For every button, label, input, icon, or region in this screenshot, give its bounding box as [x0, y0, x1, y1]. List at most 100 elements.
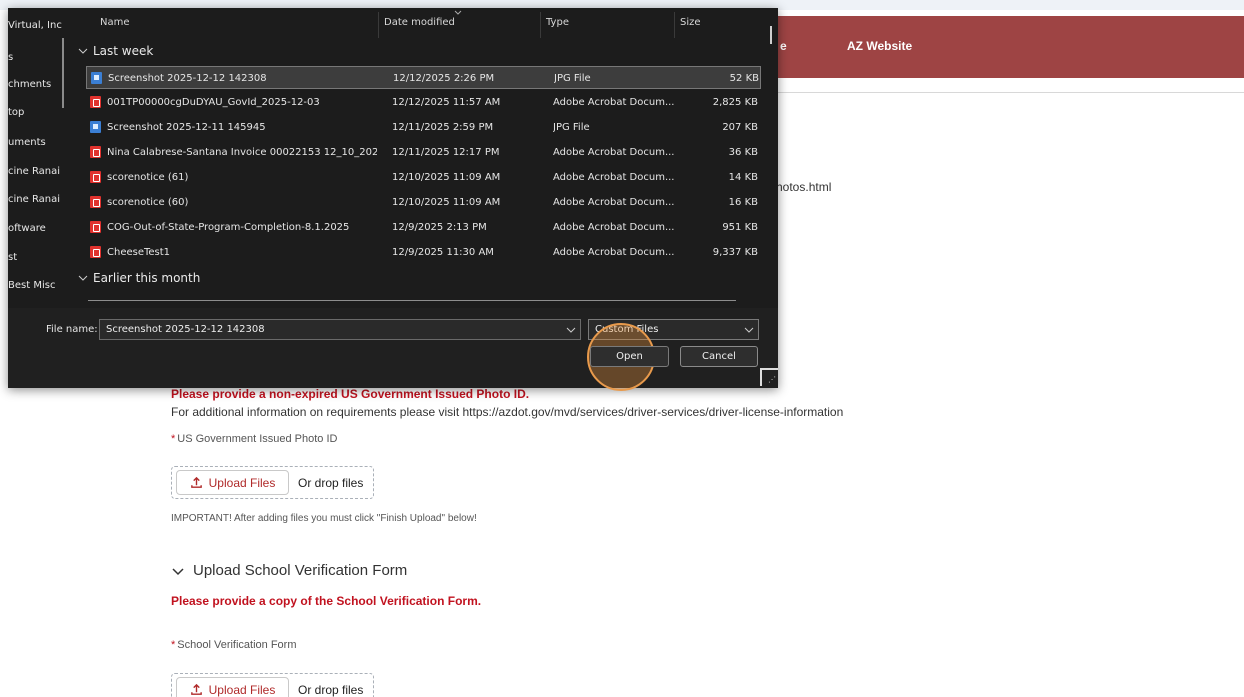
photo-id-info: For additional information on requiremen…: [171, 405, 844, 419]
photo-id-field-label-text: US Government Issued Photo ID: [177, 433, 338, 445]
column-header-size[interactable]: Size: [680, 17, 701, 28]
upload-button-label: Upload Files: [208, 682, 276, 697]
nav-pane-scrollbar[interactable]: [62, 38, 64, 108]
file-name-input[interactable]: Screenshot 2025-12-12 142308: [99, 319, 581, 340]
file-type-cell: Adobe Acrobat Docum...: [553, 97, 675, 108]
file-name-cell: Nina Calabrese-Santana Invoice 00022153 …: [107, 147, 377, 158]
file-date-cell: 12/10/2025 11:09 AM: [392, 172, 501, 183]
file-name-cell: scorenotice (61): [107, 172, 189, 183]
column-header-type[interactable]: Type: [546, 17, 569, 28]
nav-pane-item[interactable]: Best Misc: [8, 280, 55, 291]
sort-caret-icon: [454, 10, 462, 15]
file-size-cell: 207 KB: [722, 122, 758, 133]
file-row[interactable]: Screenshot 2025-12-12 142308 12/12/2025 2…: [86, 66, 761, 89]
horizontal-scrollbar[interactable]: [88, 300, 736, 301]
photo-id-warning: Please provide a non-expired US Governme…: [171, 387, 530, 401]
nav-pane-item[interactable]: cine Ranai: [8, 166, 60, 177]
chevron-down-icon[interactable]: [566, 325, 576, 335]
file-type-cell: Adobe Acrobat Docum...: [553, 147, 675, 158]
required-marker: *: [171, 639, 176, 651]
photo-id-upload-dropzone[interactable]: Upload Files Or drop files: [171, 466, 374, 499]
file-type-cell: Adobe Acrobat Docum...: [553, 247, 675, 258]
file-name-cell: 001TP00000cgDuDYAU_GovId_2025-12-03: [107, 97, 320, 108]
group-header-last-week[interactable]: Last week: [78, 44, 153, 58]
file-size-cell: 14 KB: [728, 172, 758, 183]
file-type-cell: Adobe Acrobat Docum...: [553, 172, 675, 183]
jpg-file-icon: [90, 121, 101, 133]
drop-files-text: Or drop files: [298, 476, 364, 490]
file-row[interactable]: 001TP00000cgDuDYAU_GovId_2025-12-03 12/12…: [86, 91, 761, 114]
chevron-down-icon: [78, 48, 88, 54]
nav-pane-item[interactable]: chments: [8, 79, 51, 90]
pdf-file-icon: [90, 246, 101, 258]
file-row[interactable]: scorenotice (61) 12/10/2025 11:09 AM Adobe…: [86, 166, 761, 189]
file-name-cell: scorenotice (60): [107, 197, 189, 208]
nav-pane-item[interactable]: cine Ranai: [8, 194, 60, 205]
nav-pane-item[interactable]: uments: [8, 137, 46, 148]
file-date-cell: 12/9/2025 2:13 PM: [392, 222, 487, 233]
file-size-cell: 9,337 KB: [712, 247, 758, 258]
pdf-file-icon: [90, 146, 101, 158]
file-name-cell: CheeseTest1: [107, 247, 171, 258]
open-button[interactable]: Open: [590, 346, 669, 367]
file-date-cell: 12/9/2025 11:30 AM: [392, 247, 494, 258]
file-date-cell: 12/12/2025 2:26 PM: [393, 73, 495, 84]
group-label: Last week: [93, 44, 154, 58]
important-note: IMPORTANT! After adding files you must c…: [171, 513, 477, 524]
nav-pane-item[interactable]: Virtual, Inc: [8, 20, 62, 31]
chevron-down-icon: [78, 275, 88, 281]
chevron-down-icon: [172, 567, 184, 575]
required-marker: *: [171, 433, 176, 445]
file-row[interactable]: Nina Calabrese-Santana Invoice 00022153 …: [86, 141, 761, 164]
chevron-down-icon: [744, 327, 754, 333]
file-size-cell: 36 KB: [728, 147, 758, 158]
school-verification-heading: Upload School Verification Form: [193, 562, 408, 579]
column-header-name[interactable]: Name: [100, 17, 130, 28]
file-name-cell: Screenshot 2025-12-11 145945: [107, 122, 266, 133]
nav-pane-item[interactable]: st: [8, 252, 17, 263]
nav-pane-item[interactable]: oftware: [8, 223, 46, 234]
column-header-date-modified[interactable]: Date modified: [384, 17, 455, 28]
nav-item-partial[interactable]: e: [780, 39, 787, 53]
vertical-scrollbar-thumb[interactable]: [770, 26, 772, 44]
pdf-file-icon: [90, 196, 101, 208]
file-row[interactable]: Screenshot 2025-12-11 145945 12/11/2025 2…: [86, 116, 761, 139]
file-date-cell: 12/10/2025 11:09 AM: [392, 197, 501, 208]
navigation-pane: Virtual, Inc s chments top uments cine R…: [8, 8, 74, 308]
cancel-button[interactable]: Cancel: [680, 346, 758, 367]
group-header-earlier-this-month[interactable]: Earlier this month: [78, 271, 200, 285]
school-verification-section-toggle[interactable]: Upload School Verification Form: [171, 562, 407, 579]
file-type-cell: Adobe Acrobat Docum...: [553, 222, 675, 233]
drop-files-text: Or drop files: [298, 683, 364, 697]
header-divider: [776, 92, 1244, 93]
file-name-value: Screenshot 2025-12-12 142308: [106, 324, 265, 335]
nav-pane-item[interactable]: top: [8, 107, 24, 118]
nav-pane-item[interactable]: s: [8, 52, 13, 63]
vertical-scrollbar-track[interactable]: [768, 8, 778, 308]
partial-url-text: hotos.html: [776, 180, 832, 194]
resize-grip-icon: ⋰: [768, 375, 776, 384]
column-separator[interactable]: [378, 12, 379, 38]
nav-item-az-website[interactable]: AZ Website: [847, 39, 912, 53]
school-form-upload-dropzone[interactable]: Upload Files Or drop files: [171, 673, 374, 697]
upload-icon: [190, 476, 202, 488]
pdf-file-icon: [90, 96, 101, 108]
column-separator[interactable]: [540, 12, 541, 38]
file-size-cell: 16 KB: [728, 197, 758, 208]
school-form-upload-button[interactable]: Upload Files: [176, 677, 289, 697]
file-open-dialog: Virtual, Inc s chments top uments cine R…: [8, 8, 778, 391]
file-row[interactable]: scorenotice (60) 12/10/2025 11:09 AM Adobe…: [86, 191, 761, 214]
file-date-cell: 12/11/2025 12:17 PM: [392, 147, 500, 158]
file-row[interactable]: CheeseTest1 12/9/2025 11:30 AM Adobe Acrob…: [86, 241, 761, 264]
pdf-file-icon: [90, 221, 101, 233]
site-header: e AZ Website: [776, 16, 1244, 78]
group-label: Earlier this month: [93, 271, 201, 285]
column-separator[interactable]: [674, 12, 675, 38]
file-row[interactable]: COG-Out-of-State-Program-Completion-8.1.…: [86, 216, 761, 239]
photo-id-field-label: * US Government Issued Photo ID: [171, 433, 337, 445]
school-form-field-label-text: School Verification Form: [177, 639, 297, 651]
photo-id-upload-button[interactable]: Upload Files: [176, 470, 289, 495]
file-date-cell: 12/12/2025 11:57 AM: [392, 97, 501, 108]
file-name-label: File name:: [46, 324, 98, 335]
resize-grip[interactable]: ⋰: [760, 368, 778, 386]
